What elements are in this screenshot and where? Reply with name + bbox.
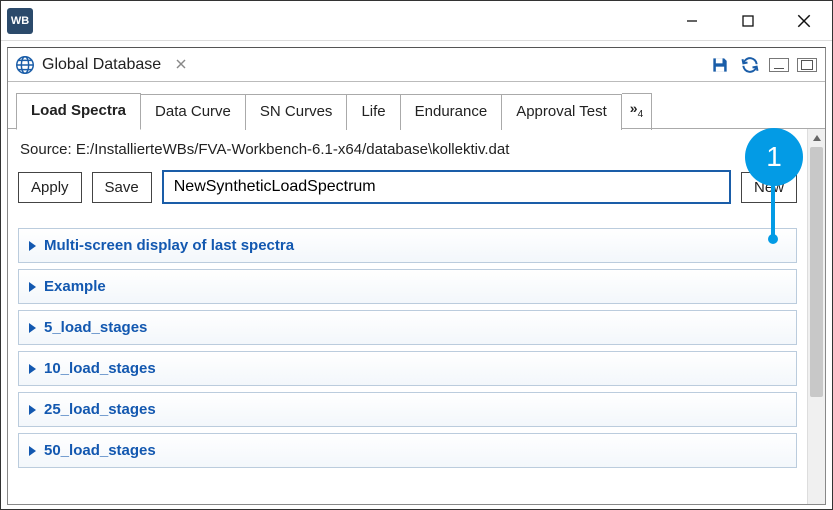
tab-life[interactable]: Life — [347, 94, 400, 130]
spectra-list: 5_load_stages — [18, 310, 797, 345]
tab-overflow-button[interactable]: »4 — [622, 93, 652, 130]
window-minimize-button[interactable] — [664, 1, 720, 41]
apply-button[interactable]: Apply — [18, 172, 82, 203]
callout-dot — [768, 234, 778, 244]
callout-badge: 1 — [745, 128, 803, 186]
window-maximize-button[interactable] — [720, 1, 776, 41]
spectrum-name-input[interactable] — [162, 170, 731, 204]
spectra-list: Multi-screen display of last spectra — [18, 228, 797, 263]
view-maximize-button[interactable] — [797, 58, 817, 72]
spectra-list: 10_load_stages — [18, 351, 797, 386]
spectra-list: Example — [18, 269, 797, 304]
window-close-button[interactable] — [776, 1, 832, 41]
list-item-label: Multi-screen display of last spectra — [44, 237, 294, 254]
tab-bar: Load Spectra Data Curve SN Curves Life E… — [8, 82, 825, 129]
save-button[interactable]: Save — [92, 172, 152, 203]
list-item[interactable]: 25_load_stages — [19, 393, 796, 427]
app-icon: WB — [7, 8, 33, 34]
view-close-icon[interactable] — [169, 57, 193, 73]
caret-right-icon — [29, 282, 36, 292]
source-label: Source: E:/InstallierteWBs/FVA-Workbench… — [20, 141, 797, 158]
caret-right-icon — [29, 241, 36, 251]
view-minimize-button[interactable] — [769, 58, 789, 72]
view-title: Global Database — [42, 56, 161, 74]
spectra-list: 25_load_stages — [18, 392, 797, 427]
list-item-label: 50_load_stages — [44, 442, 156, 459]
vertical-scrollbar[interactable] — [807, 129, 825, 504]
window-titlebar: WB — [1, 1, 832, 41]
list-item[interactable]: Multi-screen display of last spectra — [19, 229, 796, 263]
caret-right-icon — [29, 405, 36, 415]
tab-data-curve[interactable]: Data Curve — [141, 94, 246, 130]
caret-right-icon — [29, 446, 36, 456]
list-item[interactable]: 5_load_stages — [19, 311, 796, 345]
list-item[interactable]: 10_load_stages — [19, 352, 796, 386]
list-item-label: 10_load_stages — [44, 360, 156, 377]
tab-sn-curves[interactable]: SN Curves — [246, 94, 348, 130]
spectra-list: 50_load_stages — [18, 433, 797, 468]
tab-content: Source: E:/InstallierteWBs/FVA-Workbench… — [8, 129, 807, 504]
list-item[interactable]: 50_load_stages — [19, 434, 796, 468]
callout-connector — [771, 182, 775, 236]
list-item[interactable]: Example — [19, 270, 796, 304]
view-header: Global Database — [8, 48, 825, 82]
tab-approval-test[interactable]: Approval Test — [502, 94, 622, 130]
caret-right-icon — [29, 364, 36, 374]
scroll-up-icon[interactable] — [808, 129, 825, 147]
main-panel: 1 Global Database — [7, 47, 826, 505]
list-item-label: Example — [44, 278, 106, 295]
refresh-icon[interactable] — [739, 54, 761, 76]
list-item-label: 25_load_stages — [44, 401, 156, 418]
globe-icon — [14, 54, 36, 76]
save-icon[interactable] — [709, 54, 731, 76]
tab-endurance[interactable]: Endurance — [401, 94, 503, 130]
tab-load-spectra[interactable]: Load Spectra — [16, 93, 141, 130]
scroll-thumb[interactable] — [810, 147, 823, 397]
caret-right-icon — [29, 323, 36, 333]
list-item-label: 5_load_stages — [44, 319, 147, 336]
chevron-right-icon: » — [630, 100, 638, 116]
